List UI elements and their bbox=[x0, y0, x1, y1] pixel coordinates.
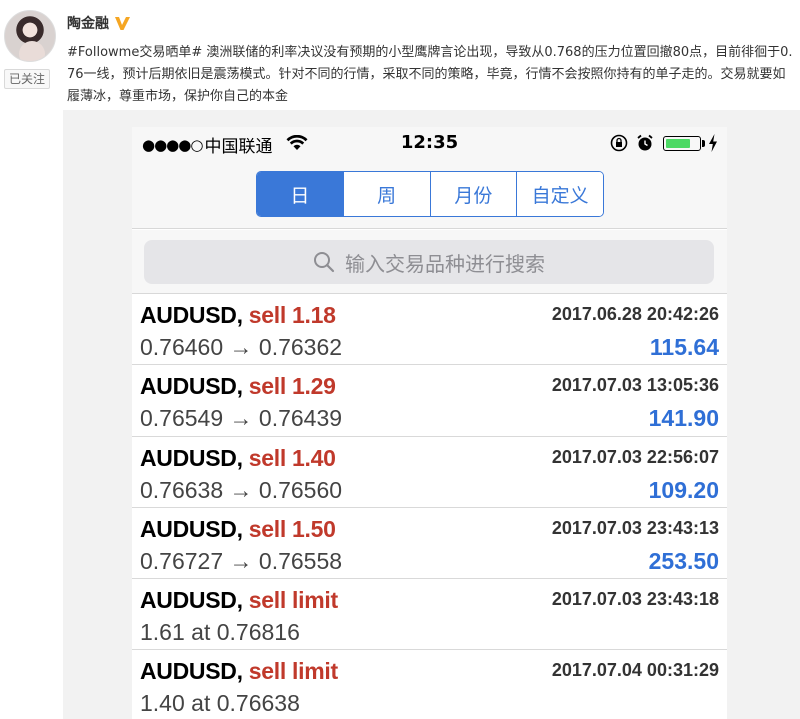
trade-time: 2017.07.03 22:56:07 bbox=[551, 446, 719, 467]
trade-row[interactable]: AUDUSD, sell limit 2017.07.04 00:31:29 1.4… bbox=[132, 650, 727, 719]
trade-detail: 1.61 at 0.76816 bbox=[140, 619, 300, 646]
post-image[interactable]: ●●●●○ 中国联通 12:35 日 周 月份 自定义 输入交易品种进行搜索 A… bbox=[63, 110, 800, 719]
trade-title: AUDUSD, sell limit bbox=[140, 587, 338, 614]
trade-detail: 1.40 at 0.76638 bbox=[140, 690, 300, 717]
period-segmented-control: 日周月份 自定义 bbox=[256, 171, 604, 217]
trade-symbol: AUDUSD bbox=[140, 587, 237, 614]
trade-symbol: AUDUSD bbox=[140, 515, 237, 542]
trade-side: sell 1.18 bbox=[248, 302, 336, 328]
followed-button[interactable]: 已关注 bbox=[4, 69, 50, 89]
trade-row[interactable]: AUDUSD, sell 1.50 2017.07.03 23:43:13 0.76… bbox=[132, 508, 727, 580]
author-name[interactable]: 陶金融 bbox=[67, 13, 109, 33]
period-selector-bar: 日周月份 自定义 bbox=[132, 161, 727, 229]
trade-profit: 115.64 bbox=[649, 334, 719, 360]
trade-row[interactable]: AUDUSD, sell 1.18 2017.06.28 20:42:26 0.76… bbox=[132, 294, 727, 366]
trade-profit: 253.50 bbox=[648, 547, 719, 574]
tab-2[interactable]: 月份 bbox=[429, 172, 517, 216]
trade-row[interactable]: AUDUSD, sell 1.40 2017.07.03 22:56:07 0.76… bbox=[132, 437, 727, 508]
tab-3[interactable]: 自定义 bbox=[516, 172, 603, 216]
trade-side: sell 1.29 bbox=[248, 373, 336, 400]
trade-side: sell 1.40 bbox=[248, 444, 336, 471]
post-text: #Followme交易晒单# 澳洲联储的利率决议没有预期的小型鹰牌言论出现，导致… bbox=[67, 45, 793, 104]
trade-time: 2017.07.03 23:43:13 bbox=[551, 517, 719, 538]
trade-time: 2017.06.28 20:42:26 bbox=[551, 304, 719, 324]
search-placeholder: 输入交易品种进行搜索 bbox=[345, 251, 545, 276]
status-bar: ●●●●○ 中国联通 12:35 bbox=[132, 127, 727, 161]
rotation-lock-icon bbox=[610, 134, 628, 152]
verified-v-icon bbox=[115, 17, 130, 30]
tab-1[interactable]: 周 bbox=[342, 172, 430, 216]
trade-title: AUDUSD, sell limit bbox=[140, 658, 338, 685]
phone-screen: ●●●●○ 中国联通 12:35 日 周 月份 自定义 输入交易品种进行搜索 A… bbox=[132, 127, 727, 719]
battery-tip bbox=[702, 140, 705, 147]
trade-title: AUDUSD, sell 1.18 bbox=[140, 302, 336, 328]
tab-0[interactable]: 日 bbox=[257, 172, 343, 216]
trade-detail: 0.76460 → 0.76362 bbox=[140, 334, 343, 360]
trade-time: 2017.07.03 13:05:36 bbox=[551, 375, 719, 396]
trade-side: sell limit bbox=[248, 587, 338, 614]
trade-time: 2017.07.04 00:31:29 bbox=[551, 660, 719, 681]
trade-symbol: AUDUSD bbox=[140, 373, 237, 400]
trade-side: sell limit bbox=[248, 658, 338, 685]
trade-row[interactable]: AUDUSD, sell 1.29 2017.07.03 13:05:36 0.76… bbox=[132, 365, 727, 437]
trade-row[interactable]: AUDUSD, sell limit 2017.07.03 23:43:18 1.6… bbox=[132, 579, 727, 651]
trade-symbol: AUDUSD bbox=[140, 302, 237, 328]
trade-time: 2017.07.03 23:43:18 bbox=[551, 589, 719, 610]
trade-profit: 109.20 bbox=[648, 476, 719, 503]
battery-level bbox=[665, 138, 690, 148]
trade-history-list: AUDUSD, sell 1.18 2017.06.28 20:42:26 0.76… bbox=[132, 294, 727, 719]
alarm-icon bbox=[637, 134, 653, 151]
trade-detail: 0.76727 → 0.76558 bbox=[140, 547, 343, 574]
trade-symbol: AUDUSD bbox=[140, 658, 237, 685]
trade-side: sell 1.50 bbox=[248, 515, 336, 542]
trade-symbol: AUDUSD bbox=[140, 444, 237, 471]
charging-bolt-icon bbox=[709, 134, 717, 152]
trade-title: AUDUSD, sell 1.29 bbox=[140, 373, 336, 400]
search-bar: 输入交易品种进行搜索 bbox=[132, 230, 727, 294]
trade-detail: 0.76638 → 0.76560 bbox=[140, 476, 343, 503]
trade-detail: 0.76549 → 0.76439 bbox=[140, 405, 343, 432]
search-icon bbox=[314, 252, 335, 273]
trade-profit: 141.90 bbox=[648, 405, 719, 432]
trade-title: AUDUSD, sell 1.40 bbox=[140, 444, 336, 471]
author-avatar[interactable] bbox=[4, 10, 56, 62]
author-header: 陶金融 bbox=[67, 13, 131, 33]
battery-indicator bbox=[663, 136, 701, 151]
trade-title: AUDUSD, sell 1.50 bbox=[140, 515, 336, 542]
symbol-search-input[interactable]: 输入交易品种进行搜索 bbox=[144, 240, 714, 284]
